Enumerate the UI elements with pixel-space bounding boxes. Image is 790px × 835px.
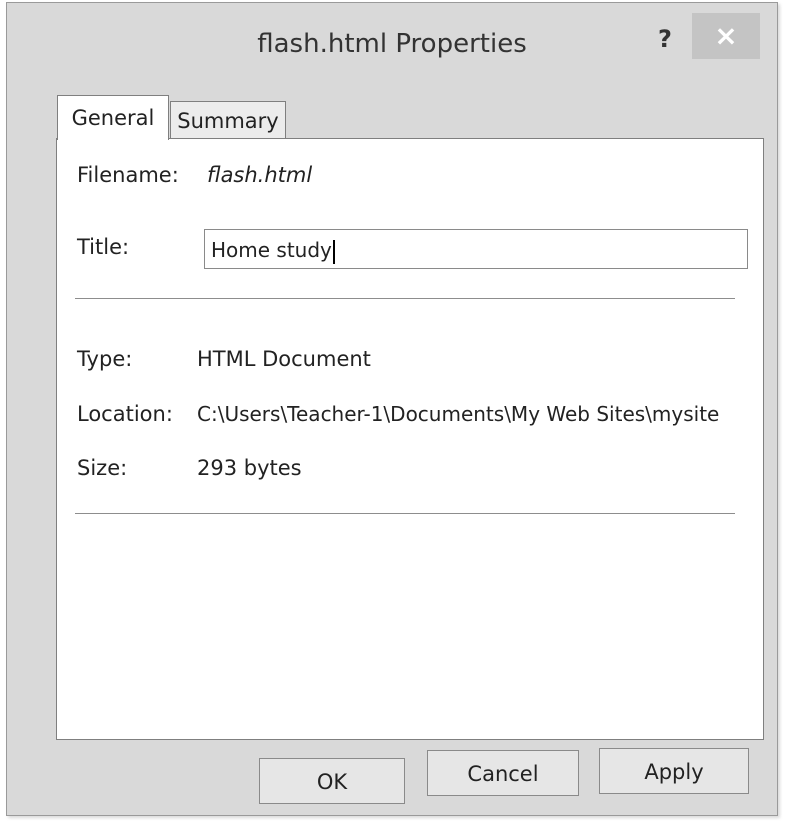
size-label: Size: (77, 456, 128, 480)
divider-bottom (75, 513, 735, 514)
filename-value: flash.html (207, 163, 313, 187)
text-caret (332, 239, 335, 264)
filename-label: Filename: (77, 163, 179, 187)
tab-summary[interactable]: Summary (170, 101, 286, 140)
tab-general[interactable]: General (57, 95, 169, 140)
location-label: Location: (77, 402, 173, 426)
cancel-button[interactable]: Cancel (427, 750, 579, 796)
ok-button[interactable]: OK (259, 758, 405, 804)
apply-button[interactable]: Apply (599, 748, 749, 794)
title-input-value: Home study (211, 238, 332, 262)
size-value: 293 bytes (197, 456, 302, 480)
title-input[interactable]: Home study (204, 229, 748, 269)
general-tab-panel: Filename: flash.html Title: Home study T… (56, 138, 764, 740)
location-value: C:\Users\Teacher-1\Documents\My Web Site… (197, 402, 720, 426)
title-bar: flash.html Properties ? × (7, 3, 777, 85)
type-value: HTML Document (197, 347, 371, 371)
title-label: Title: (77, 235, 130, 259)
type-label: Type: (77, 347, 133, 371)
close-button[interactable]: × (692, 13, 760, 59)
help-button[interactable]: ? (645, 21, 685, 57)
divider-top (75, 298, 735, 299)
properties-dialog: flash.html Properties ? × General Summar… (6, 2, 778, 816)
